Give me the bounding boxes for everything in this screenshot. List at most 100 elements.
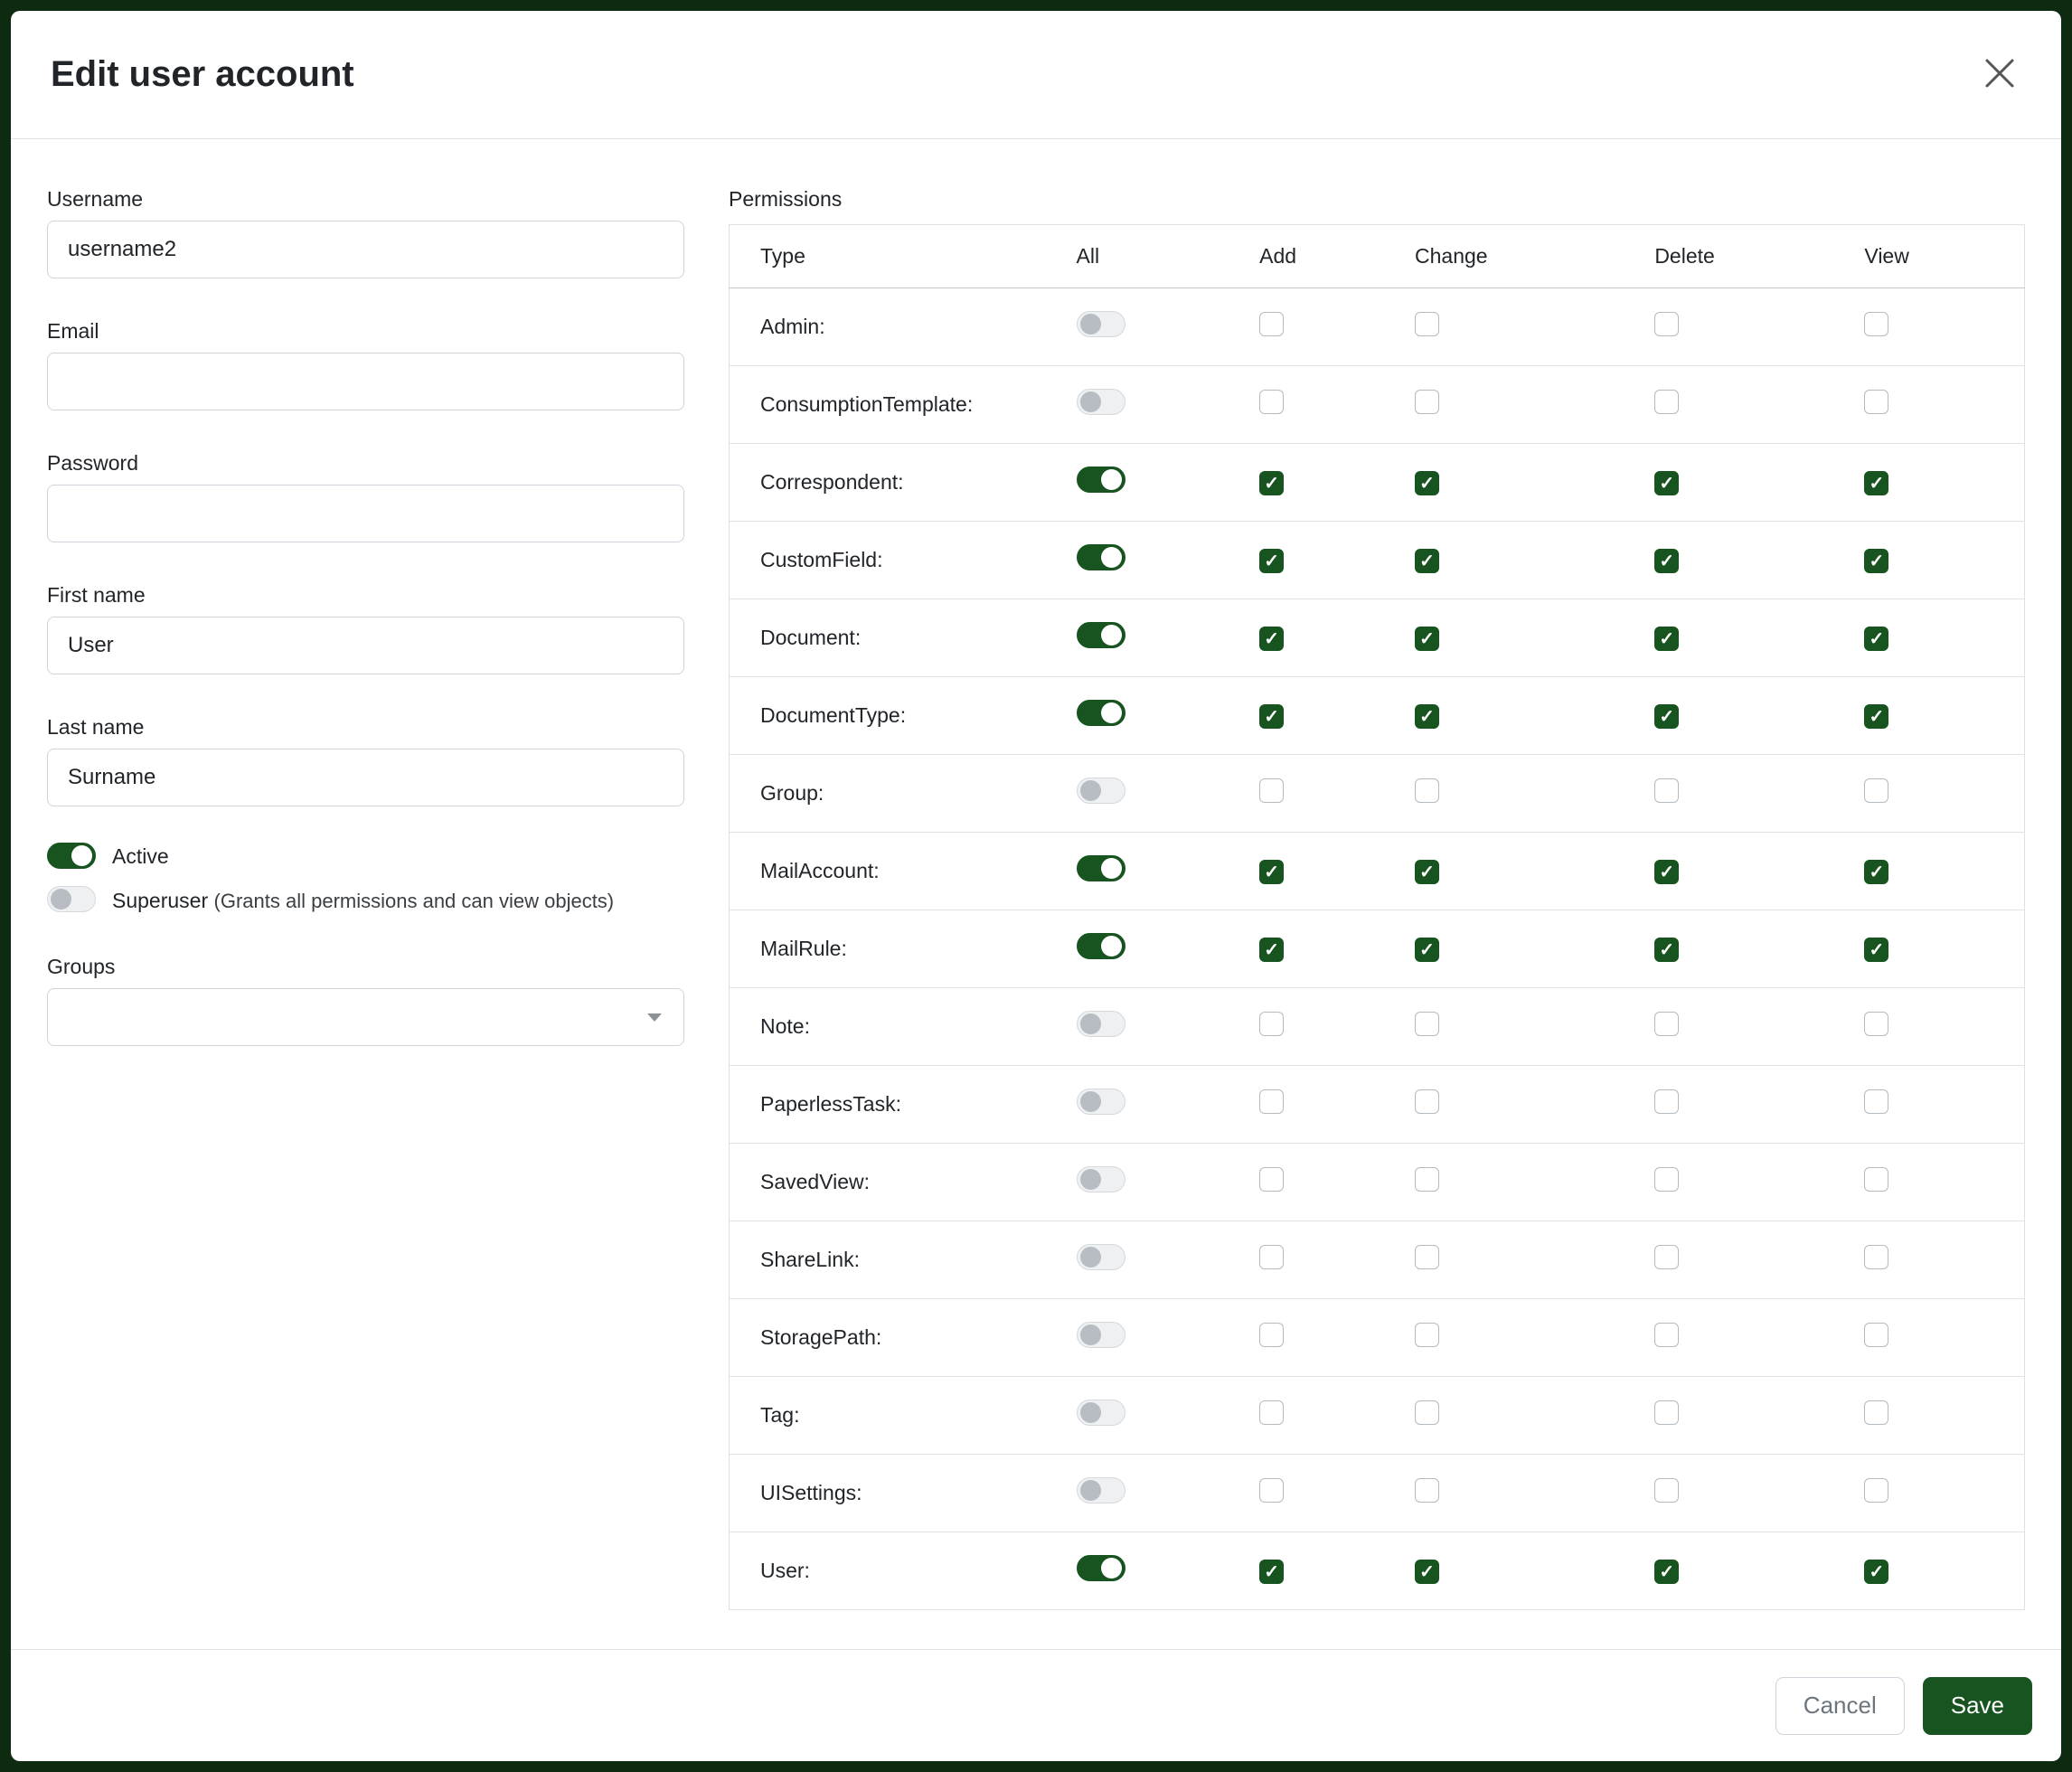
permission-add-checkbox[interactable]	[1259, 1400, 1284, 1425]
permission-all-toggle[interactable]	[1077, 1011, 1125, 1037]
permission-change-checkbox[interactable]	[1415, 1089, 1439, 1114]
permission-delete-checkbox[interactable]: ✓	[1654, 549, 1679, 573]
permission-delete-checkbox[interactable]	[1654, 312, 1679, 336]
permission-add-checkbox[interactable]: ✓	[1259, 471, 1284, 495]
permission-view-checkbox[interactable]: ✓	[1864, 1560, 1888, 1584]
permission-all-toggle[interactable]	[1077, 933, 1125, 959]
permission-view-checkbox[interactable]: ✓	[1864, 471, 1888, 495]
permission-view-checkbox[interactable]: ✓	[1864, 860, 1888, 884]
permission-delete-checkbox[interactable]	[1654, 1012, 1679, 1036]
permission-add-checkbox[interactable]: ✓	[1259, 860, 1284, 884]
permission-change-checkbox[interactable]: ✓	[1415, 860, 1439, 884]
permission-add-checkbox[interactable]: ✓	[1259, 938, 1284, 962]
permission-add-checkbox[interactable]: ✓	[1259, 704, 1284, 729]
permission-change-checkbox[interactable]: ✓	[1415, 1560, 1439, 1584]
permission-delete-checkbox[interactable]: ✓	[1654, 860, 1679, 884]
permission-add-checkbox[interactable]: ✓	[1259, 627, 1284, 651]
permission-view-checkbox[interactable]	[1864, 390, 1888, 414]
permission-change-checkbox[interactable]	[1415, 1323, 1439, 1347]
permission-view-checkbox[interactable]	[1864, 1245, 1888, 1269]
permission-delete-checkbox[interactable]	[1654, 1089, 1679, 1114]
superuser-toggle[interactable]	[47, 886, 96, 912]
permission-delete-checkbox[interactable]	[1654, 778, 1679, 803]
permission-view-checkbox[interactable]	[1864, 1012, 1888, 1036]
permission-change-checkbox[interactable]: ✓	[1415, 704, 1439, 729]
permission-view-checkbox[interactable]	[1864, 1323, 1888, 1347]
username-input[interactable]	[47, 221, 684, 278]
permission-all-toggle[interactable]	[1077, 1322, 1125, 1348]
permission-delete-checkbox[interactable]	[1654, 1167, 1679, 1192]
permission-view-checkbox[interactable]: ✓	[1864, 549, 1888, 573]
permission-add-checkbox[interactable]	[1259, 312, 1284, 336]
column-header-change: Change	[1400, 225, 1640, 288]
permission-change-checkbox[interactable]: ✓	[1415, 938, 1439, 962]
permission-change-checkbox[interactable]: ✓	[1415, 627, 1439, 651]
permission-add-checkbox[interactable]	[1259, 1245, 1284, 1269]
permission-delete-checkbox[interactable]: ✓	[1654, 1560, 1679, 1584]
permission-view-checkbox[interactable]	[1864, 1167, 1888, 1192]
permission-all-toggle[interactable]	[1077, 467, 1125, 493]
permission-add-checkbox[interactable]	[1259, 1089, 1284, 1114]
last-name-input[interactable]	[47, 749, 684, 806]
permission-add-checkbox[interactable]	[1259, 390, 1284, 414]
active-toggle[interactable]	[47, 843, 96, 869]
permission-all-toggle[interactable]	[1077, 778, 1125, 804]
email-input[interactable]	[47, 353, 684, 410]
groups-select[interactable]	[47, 988, 684, 1046]
password-input[interactable]	[47, 485, 684, 542]
permission-add-checkbox[interactable]	[1259, 778, 1284, 803]
permission-type-label: Group:	[730, 755, 1062, 833]
permission-all-toggle[interactable]	[1077, 1244, 1125, 1270]
permission-add-checkbox[interactable]	[1259, 1012, 1284, 1036]
permission-delete-checkbox[interactable]: ✓	[1654, 938, 1679, 962]
permission-add-checkbox[interactable]	[1259, 1323, 1284, 1347]
permission-all-toggle[interactable]	[1077, 1089, 1125, 1115]
permission-all-toggle[interactable]	[1077, 311, 1125, 337]
permission-change-checkbox[interactable]	[1415, 1478, 1439, 1503]
permission-all-toggle[interactable]	[1077, 1555, 1125, 1581]
permission-delete-checkbox[interactable]	[1654, 1245, 1679, 1269]
permission-delete-checkbox[interactable]	[1654, 1400, 1679, 1425]
permission-view-checkbox[interactable]: ✓	[1864, 938, 1888, 962]
permission-all-toggle[interactable]	[1077, 1166, 1125, 1192]
first-name-input[interactable]	[47, 617, 684, 674]
permission-delete-checkbox[interactable]: ✓	[1654, 471, 1679, 495]
permission-change-checkbox[interactable]	[1415, 1245, 1439, 1269]
permission-change-checkbox[interactable]	[1415, 1012, 1439, 1036]
permission-all-toggle[interactable]	[1077, 544, 1125, 570]
permission-change-checkbox[interactable]: ✓	[1415, 471, 1439, 495]
permission-delete-checkbox[interactable]	[1654, 1478, 1679, 1503]
permission-add-checkbox[interactable]	[1259, 1478, 1284, 1503]
permission-view-checkbox[interactable]	[1864, 1478, 1888, 1503]
permission-view-checkbox[interactable]	[1864, 312, 1888, 336]
permission-view-checkbox[interactable]	[1864, 1400, 1888, 1425]
permission-change-checkbox[interactable]	[1415, 312, 1439, 336]
permission-change-checkbox[interactable]: ✓	[1415, 549, 1439, 573]
close-button[interactable]	[1978, 53, 2021, 97]
permission-change-checkbox[interactable]	[1415, 1400, 1439, 1425]
permission-add-checkbox[interactable]: ✓	[1259, 1560, 1284, 1584]
permission-delete-checkbox[interactable]: ✓	[1654, 704, 1679, 729]
permission-delete-checkbox[interactable]	[1654, 390, 1679, 414]
permission-all-toggle[interactable]	[1077, 855, 1125, 881]
permission-change-checkbox[interactable]	[1415, 1167, 1439, 1192]
permission-view-checkbox[interactable]	[1864, 778, 1888, 803]
permission-all-toggle[interactable]	[1077, 1400, 1125, 1426]
permission-delete-checkbox[interactable]	[1654, 1323, 1679, 1347]
permission-change-checkbox[interactable]	[1415, 390, 1439, 414]
permission-all-toggle[interactable]	[1077, 622, 1125, 648]
cancel-button[interactable]: Cancel	[1775, 1677, 1905, 1735]
permission-all-toggle[interactable]	[1077, 389, 1125, 415]
permission-view-checkbox[interactable]: ✓	[1864, 627, 1888, 651]
permission-all-toggle[interactable]	[1077, 700, 1125, 726]
permission-all-toggle[interactable]	[1077, 1477, 1125, 1503]
permission-view-checkbox[interactable]: ✓	[1864, 704, 1888, 729]
permission-change-checkbox[interactable]	[1415, 778, 1439, 803]
save-button[interactable]: Save	[1923, 1677, 2032, 1735]
column-header-add: Add	[1245, 225, 1400, 288]
username-label: Username	[47, 186, 684, 212]
permission-add-checkbox[interactable]	[1259, 1167, 1284, 1192]
permission-delete-checkbox[interactable]: ✓	[1654, 627, 1679, 651]
permission-add-checkbox[interactable]: ✓	[1259, 549, 1284, 573]
permission-view-checkbox[interactable]	[1864, 1089, 1888, 1114]
